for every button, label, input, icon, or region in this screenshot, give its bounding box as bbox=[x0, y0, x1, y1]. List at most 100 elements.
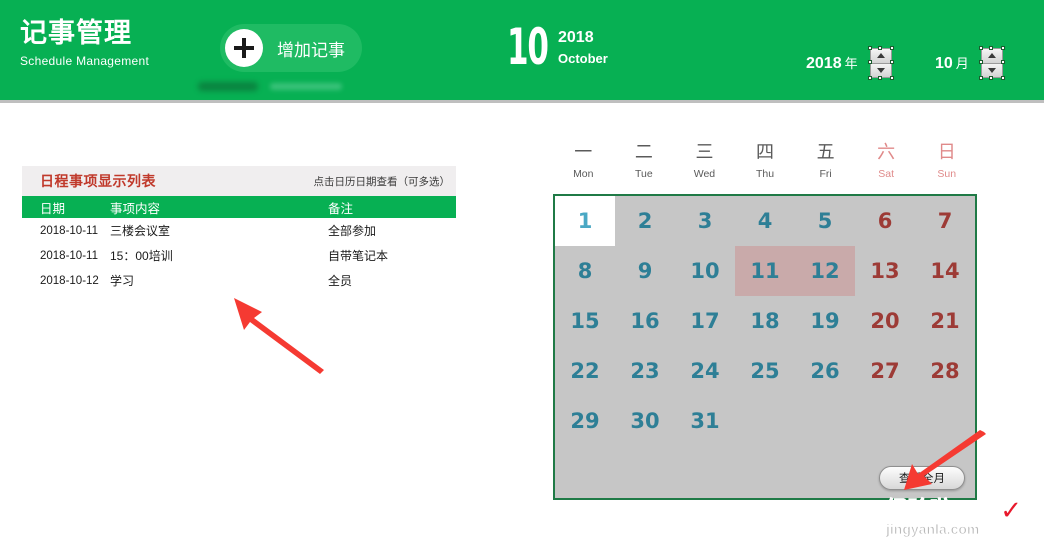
schedule-list-hint: 点击日历日期查看（可多选） bbox=[313, 175, 451, 188]
year-unit: 年 bbox=[844, 56, 858, 71]
weekday-sun: 日 Sun bbox=[916, 140, 977, 190]
calendar-cell-empty bbox=[615, 446, 675, 496]
calendar-day-22[interactable]: 22 bbox=[555, 346, 615, 396]
weekday-mon: 一 Mon bbox=[553, 140, 614, 190]
month-stepper-up[interactable] bbox=[981, 49, 1002, 64]
chevron-up-icon bbox=[876, 53, 885, 59]
page-subtitle: Schedule Management bbox=[20, 54, 150, 68]
weekday-cn: 一 bbox=[574, 142, 593, 163]
calendar-day-18[interactable]: 18 bbox=[735, 296, 795, 346]
calendar-cell-empty bbox=[795, 446, 855, 496]
calendar-day-19[interactable]: 19 bbox=[795, 296, 855, 346]
column-header-date: 日期 bbox=[40, 201, 66, 216]
red-arrow-pointing-to-list bbox=[232, 292, 328, 379]
cell-content: 15：00培训 bbox=[110, 249, 173, 263]
schedule-list-panel: 日程事项显示列表 点击日历日期查看（可多选） 日期 事项内容 备注 2018-1… bbox=[22, 166, 456, 293]
year-value: 2018 bbox=[806, 55, 842, 72]
calendar-day-1[interactable]: 1 bbox=[555, 196, 615, 246]
header-divider bbox=[0, 100, 1044, 103]
add-record-label: 增加记事 bbox=[277, 40, 345, 60]
table-row[interactable]: 2018-10-11 三楼会议室 全部参加 bbox=[22, 218, 456, 243]
calendar-day-6[interactable]: 6 bbox=[855, 196, 915, 246]
calendar-cell-empty bbox=[735, 446, 795, 496]
app-root: 记事管理 Schedule Management 增加记事 10 2018 Oc… bbox=[0, 0, 1044, 545]
table-header-row: 日期 事项内容 备注 bbox=[22, 196, 456, 218]
calendar-cell-empty bbox=[675, 446, 735, 496]
header-month-name: October bbox=[558, 51, 608, 66]
year-selector: 2018 年 bbox=[806, 46, 894, 80]
calendar-day-16[interactable]: 16 bbox=[615, 296, 675, 346]
calendar-day-24[interactable]: 24 bbox=[675, 346, 735, 396]
calendar-day-10[interactable]: 10 bbox=[675, 246, 735, 296]
table-body: 2018-10-11 三楼会议室 全部参加 2018-10-11 15：00培训 自带笔记… bbox=[22, 218, 456, 293]
weekday-cn: 日 bbox=[937, 142, 956, 163]
chevron-down-icon bbox=[987, 67, 996, 73]
weekday-sat: 六 Sat bbox=[856, 140, 917, 190]
weekday-en: Tue bbox=[635, 168, 653, 180]
watermark-url: jingyanla.com bbox=[886, 521, 980, 538]
year-selector-label: 2018 年 bbox=[806, 53, 858, 73]
calendar-day-29[interactable]: 29 bbox=[555, 396, 615, 446]
calendar-day-3[interactable]: 3 bbox=[675, 196, 735, 246]
check-icon: ✓ bbox=[1000, 495, 1022, 525]
blurred-text-region bbox=[198, 80, 350, 94]
year-stepper[interactable] bbox=[867, 46, 894, 80]
calendar-day-13[interactable]: 13 bbox=[855, 246, 915, 296]
plus-icon bbox=[225, 29, 263, 67]
header-year: 2018 bbox=[558, 29, 594, 46]
calendar-day-20[interactable]: 20 bbox=[855, 296, 915, 346]
calendar-day-12[interactable]: 12 bbox=[795, 246, 855, 296]
weekday-en: Wed bbox=[693, 168, 716, 180]
column-header-content: 事项内容 bbox=[110, 201, 161, 216]
column-header-remark: 备注 bbox=[328, 201, 354, 216]
header-date-block: 2018 October bbox=[558, 28, 608, 68]
calendar-cell-empty bbox=[735, 396, 795, 446]
watermark: 经验啦 jingyanla.com ✓ bbox=[886, 495, 1023, 538]
calendar-day-15[interactable]: 15 bbox=[555, 296, 615, 346]
header-month-number: 10 bbox=[507, 18, 549, 76]
chevron-down-icon bbox=[876, 67, 885, 73]
app-header: 记事管理 Schedule Management 增加记事 10 2018 Oc… bbox=[0, 0, 1044, 100]
table-row[interactable]: 2018-10-12 学习 全员 bbox=[22, 268, 456, 293]
calendar-day-31[interactable]: 31 bbox=[675, 396, 735, 446]
calendar-day-14[interactable]: 14 bbox=[915, 246, 975, 296]
year-stepper-down[interactable] bbox=[870, 63, 891, 77]
watermark-brand: 经验啦 bbox=[886, 497, 952, 522]
schedule-list-header: 日程事项显示列表 点击日历日期查看（可多选） bbox=[22, 166, 456, 196]
weekday-thu: 四 Thu bbox=[735, 140, 796, 190]
calendar-day-4[interactable]: 4 bbox=[735, 196, 795, 246]
red-arrow-pointing-to-view-month-button bbox=[900, 430, 986, 497]
calendar-day-25[interactable]: 25 bbox=[735, 346, 795, 396]
calendar-day-27[interactable]: 27 bbox=[855, 346, 915, 396]
month-value: 10 bbox=[935, 55, 953, 72]
month-stepper[interactable] bbox=[978, 46, 1005, 80]
calendar-day-30[interactable]: 30 bbox=[615, 396, 675, 446]
calendar-day-11[interactable]: 11 bbox=[735, 246, 795, 296]
table-row[interactable]: 2018-10-11 15：00培训 自带笔记本 bbox=[22, 243, 456, 268]
calendar-day-2[interactable]: 2 bbox=[615, 196, 675, 246]
weekday-en: Sun bbox=[937, 168, 957, 180]
weekday-fri: 五 Fri bbox=[795, 140, 856, 190]
calendar-day-9[interactable]: 9 bbox=[615, 246, 675, 296]
calendar-cell-empty bbox=[555, 446, 615, 496]
calendar-day-23[interactable]: 23 bbox=[615, 346, 675, 396]
cell-remark: 自带笔记本 bbox=[328, 249, 389, 263]
calendar-day-17[interactable]: 17 bbox=[675, 296, 735, 346]
calendar-day-7[interactable]: 7 bbox=[915, 196, 975, 246]
calendar-day-5[interactable]: 5 bbox=[795, 196, 855, 246]
month-unit: 月 bbox=[955, 56, 969, 71]
page-title: 记事管理 bbox=[20, 18, 132, 48]
cell-remark: 全员 bbox=[328, 274, 353, 288]
calendar-day-21[interactable]: 21 bbox=[915, 296, 975, 346]
calendar-day-26[interactable]: 26 bbox=[795, 346, 855, 396]
weekday-en: Sat bbox=[878, 168, 895, 180]
chevron-up-icon bbox=[987, 53, 996, 59]
cell-content: 三楼会议室 bbox=[110, 224, 171, 238]
add-record-button[interactable]: 增加记事 bbox=[220, 24, 362, 72]
year-stepper-up[interactable] bbox=[870, 49, 891, 64]
calendar-cell-empty bbox=[795, 396, 855, 446]
calendar-day-28[interactable]: 28 bbox=[915, 346, 975, 396]
calendar-day-8[interactable]: 8 bbox=[555, 246, 615, 296]
month-stepper-down[interactable] bbox=[981, 63, 1002, 77]
cell-content: 学习 bbox=[110, 274, 135, 288]
